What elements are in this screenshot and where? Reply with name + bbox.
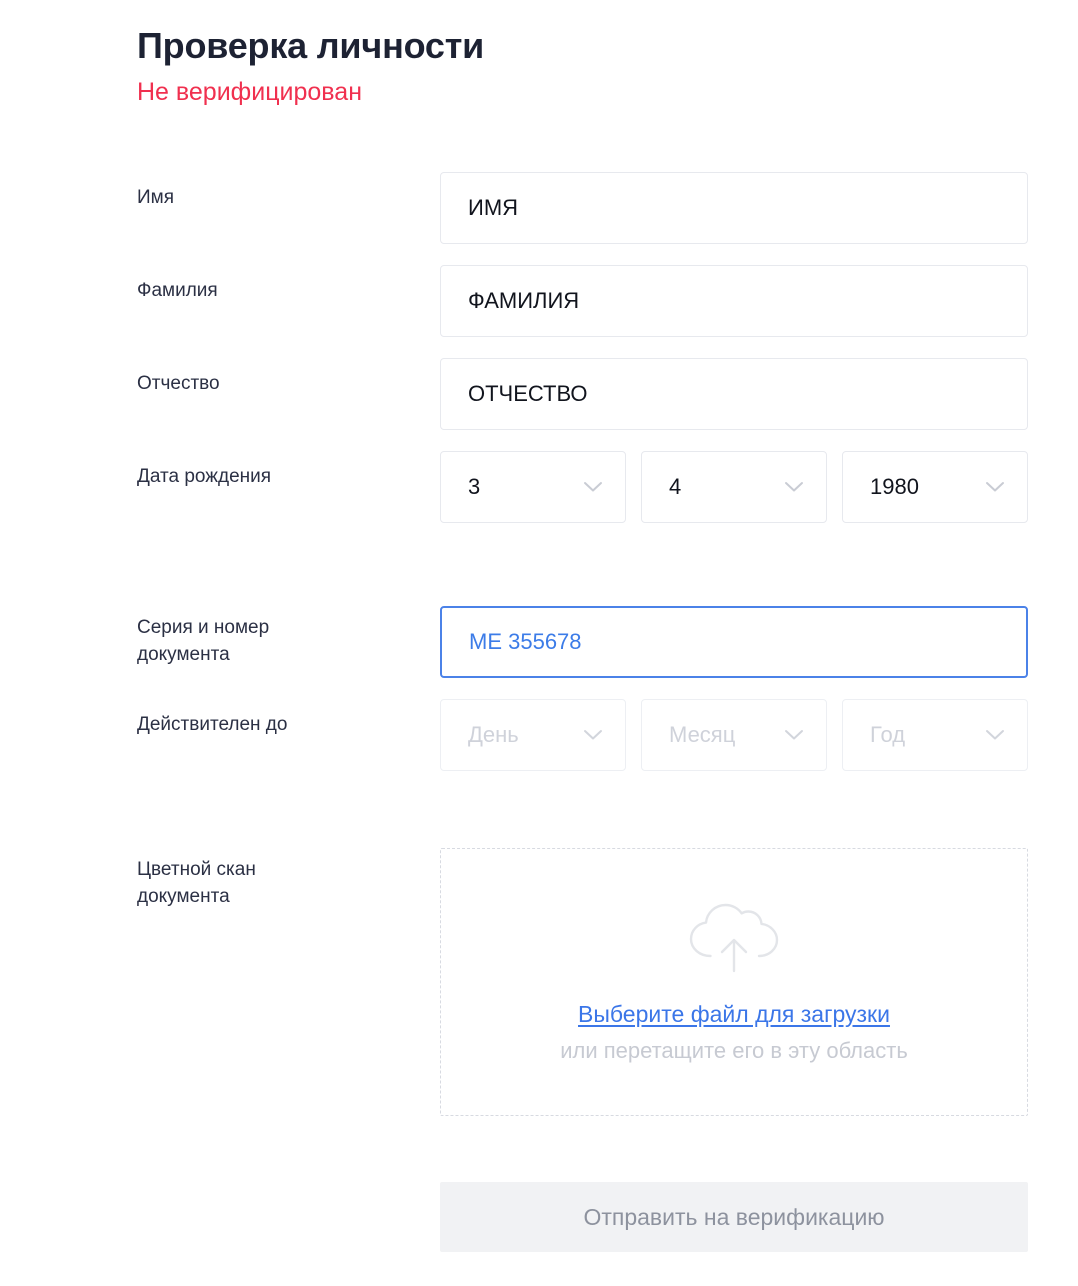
identity-form: Имя ИМЯ Фамилия ФАМИЛИЯ Отчество ОТЧЕСТВ… <box>137 172 1028 1116</box>
birth-month-select[interactable]: 4 <box>641 451 827 523</box>
label-first-name: Имя <box>137 187 175 208</box>
status-badge: Не верифицирован <box>137 78 363 106</box>
submit-verification-button[interactable]: Отправить на верификацию <box>440 1182 1028 1252</box>
chevron-down-icon <box>583 729 603 741</box>
page-header: Проверка личности Не верифицирован <box>137 24 484 108</box>
chevron-down-icon <box>784 481 804 493</box>
valid-until-month-select[interactable]: Месяц <box>641 699 827 771</box>
first-name-input[interactable]: ИМЯ <box>440 172 1028 244</box>
control-document-scan: Выберите файл для загрузки или перетащит… <box>440 848 1028 1116</box>
chevron-down-icon <box>985 481 1005 493</box>
last-name-value: ФАМИЛИЯ <box>468 288 580 313</box>
field-row-document-number: Серия и номер документа МЕ 355678 <box>137 606 1028 678</box>
document-number-value: МЕ 355678 <box>469 629 582 654</box>
file-dropzone[interactable]: Выберите файл для загрузки или перетащит… <box>440 848 1028 1116</box>
valid-until-month-placeholder: Месяц <box>669 722 736 747</box>
chevron-down-icon <box>985 729 1005 741</box>
label-birth-date: Дата рождения <box>137 466 272 487</box>
field-row-document-scan: Цветной скан документа Выберите файл для… <box>137 848 1028 1116</box>
birth-date-selects: 3 4 1980 <box>440 451 1028 523</box>
document-number-input[interactable]: МЕ 355678 <box>440 606 1028 678</box>
chevron-down-icon <box>583 481 603 493</box>
label-document-scan: Цветной скан документа <box>137 848 440 910</box>
field-row-birth-date: Дата рождения 3 4 1980 <box>137 451 1028 523</box>
birth-month-value: 4 <box>669 474 682 499</box>
identity-verification-page: Проверка личности Не верифицирован Имя И… <box>0 0 1078 1286</box>
control-document-number: МЕ 355678 <box>440 606 1028 678</box>
field-row-first-name: Имя ИМЯ <box>137 172 1028 244</box>
dropzone-hint: или перетащите его в эту область <box>560 1037 908 1063</box>
valid-until-year-placeholder: Год <box>870 722 906 747</box>
label-document-scan-line1: Цветной скан <box>137 859 256 880</box>
valid-until-day-select[interactable]: День <box>440 699 626 771</box>
chevron-down-icon <box>784 729 804 741</box>
control-valid-until: День Месяц Год <box>440 699 1028 771</box>
choose-file-link[interactable]: Выберите файл для загрузки <box>578 999 890 1029</box>
submit-area: Отправить на верификацию <box>440 1182 1028 1252</box>
middle-name-input[interactable]: ОТЧЕСТВО <box>440 358 1028 430</box>
field-row-valid-until: Действителен до День Месяц Год <box>137 699 1028 771</box>
label-document-scan-line2: документа <box>137 886 230 907</box>
label-last-name: Фамилия <box>137 280 218 301</box>
label-document-number-line1: Серия и номер <box>137 617 270 638</box>
control-first-name: ИМЯ <box>440 172 1028 244</box>
label-document-number-line2: документа <box>137 644 230 665</box>
birth-day-value: 3 <box>468 474 481 499</box>
middle-name-value: ОТЧЕСТВО <box>468 381 588 406</box>
first-name-value: ИМЯ <box>468 195 519 220</box>
page-title: Проверка личности <box>137 25 485 66</box>
birth-year-select[interactable]: 1980 <box>842 451 1028 523</box>
control-middle-name: ОТЧЕСТВО <box>440 358 1028 430</box>
label-document-number: Серия и номер документа <box>137 606 440 668</box>
birth-day-select[interactable]: 3 <box>440 451 626 523</box>
label-valid-until: Действителен до <box>137 714 288 735</box>
control-last-name: ФАМИЛИЯ <box>440 265 1028 337</box>
label-middle-name: Отчество <box>137 373 220 394</box>
cloud-upload-icon <box>686 899 782 973</box>
valid-until-year-select[interactable]: Год <box>842 699 1028 771</box>
last-name-input[interactable]: ФАМИЛИЯ <box>440 265 1028 337</box>
valid-until-selects: День Месяц Год <box>440 699 1028 771</box>
control-birth-date: 3 4 1980 <box>440 451 1028 523</box>
field-row-middle-name: Отчество ОТЧЕСТВО <box>137 358 1028 430</box>
field-row-last-name: Фамилия ФАМИЛИЯ <box>137 265 1028 337</box>
birth-year-value: 1980 <box>870 474 919 499</box>
valid-until-day-placeholder: День <box>468 722 519 747</box>
